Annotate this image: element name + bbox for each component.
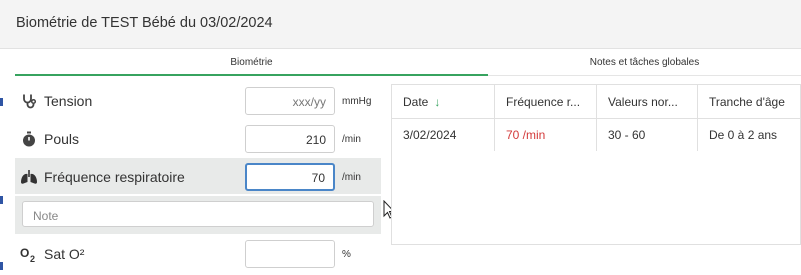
column-header-frequence[interactable]: Fréquence r...: [495, 85, 597, 119]
tab-bar: Biométrie Notes et tâches globales: [0, 49, 801, 76]
cell-valeurs-normales: 30 - 60: [597, 119, 698, 151]
field-unit: %: [342, 249, 351, 260]
note-input[interactable]: Note: [22, 201, 374, 227]
field-row-frequence-respiratoire: Fréquence respiratoire 70 /min: [15, 158, 381, 194]
o2-icon: O2: [20, 245, 38, 263]
table-row[interactable]: 3/02/2024 70 /min 30 - 60 De 0 à 2 ans: [392, 119, 801, 151]
header-label: Date: [403, 95, 429, 109]
sort-down-icon[interactable]: ↓: [434, 95, 440, 109]
pouls-input[interactable]: 210: [245, 125, 335, 153]
svg-text:2: 2: [30, 254, 35, 263]
column-header-date[interactable]: Date ↓: [392, 85, 495, 119]
tab-notes-globales[interactable]: Notes et tâches globales: [488, 49, 801, 76]
field-label: Pouls: [44, 131, 80, 147]
field-label: Sat O²: [44, 246, 85, 262]
tab-biometrie[interactable]: Biométrie: [15, 49, 488, 76]
field-unit: /min: [342, 172, 361, 183]
field-unit: mmHg: [342, 96, 372, 107]
tension-input[interactable]: xxx/yy: [245, 87, 335, 115]
frequence-respiratoire-input[interactable]: 70: [245, 163, 335, 191]
field-row-tension: Tension xxx/yy mmHg: [15, 82, 381, 118]
field-row-pouls: Pouls 210 /min: [15, 120, 381, 156]
column-header-tranche-age[interactable]: Tranche d'âge: [698, 85, 801, 119]
lungs-icon: [20, 168, 38, 186]
field-row-sat-o2: O2 Sat O² %: [15, 235, 381, 271]
stethoscope-icon: [20, 92, 38, 110]
note-row: Note: [15, 196, 381, 234]
edge-marker: [0, 98, 3, 106]
dialog-header: Biométrie de TEST Bébé du 03/02/2024: [0, 0, 801, 49]
stopwatch-icon: [20, 130, 38, 148]
cell-tranche-age: De 0 à 2 ans: [709, 128, 778, 142]
biometrie-form: Tension xxx/yy mmHg Pouls 210 /min Fréqu…: [15, 82, 381, 275]
field-label: Tension: [44, 93, 93, 109]
column-header-valeurs-normales[interactable]: Valeurs nor...: [597, 85, 698, 119]
svg-text:O: O: [20, 246, 29, 260]
sat-o2-input[interactable]: [245, 240, 335, 268]
edge-marker: [0, 262, 3, 270]
frequence-table: Date ↓ Fréquence r... Valeurs nor... Tran…: [391, 84, 801, 245]
field-unit: /min: [342, 134, 361, 145]
dialog-title: Biométrie de TEST Bébé du 03/02/2024: [16, 15, 273, 31]
cell-date: 3/02/2024: [392, 119, 495, 151]
table-header: Date ↓ Fréquence r... Valeurs nor... Tran…: [392, 85, 801, 119]
field-label: Fréquence respiratoire: [44, 169, 185, 185]
edge-marker: [0, 196, 3, 204]
cell-frequence: 70 /min: [495, 119, 597, 151]
